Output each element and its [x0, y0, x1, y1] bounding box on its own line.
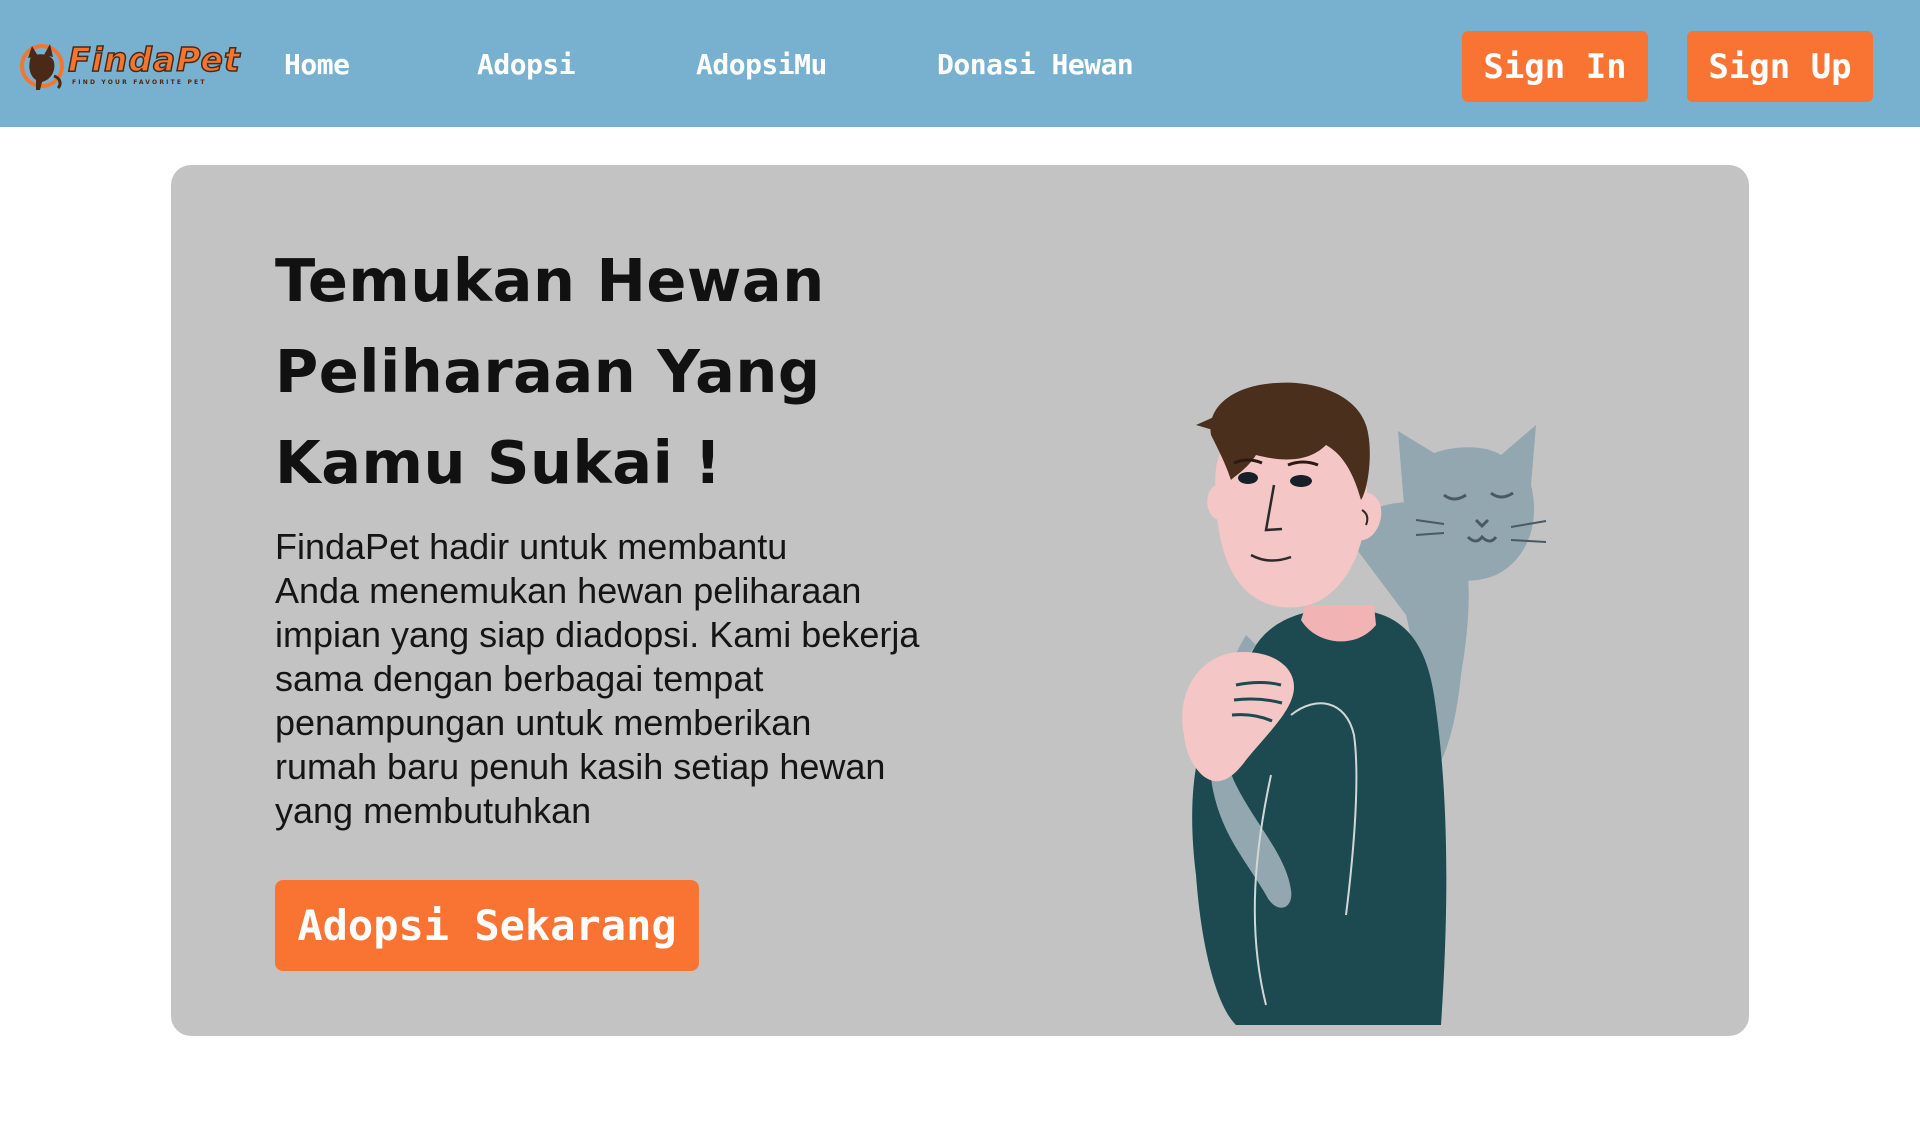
navbar: FindaPet FIND YOUR FAVORITE PET Home Ado…	[0, 0, 1920, 127]
hero-title: Temukan Hewan Peliharaan Yang Kamu Sukai…	[275, 235, 895, 508]
man-holding-cat-illustration	[1182, 382, 1547, 1025]
brand-name: FindaPet	[67, 40, 241, 79]
nav-link-adopsi[interactable]: Adopsi	[477, 48, 576, 82]
hero-description: FindaPet hadir untuk membantu Anda menem…	[275, 526, 920, 831]
nav-link-donasi-hewan[interactable]: Donasi Hewan	[937, 48, 1134, 82]
nav-link-adopsimu[interactable]: AdopsiMu	[696, 48, 827, 82]
hero-title-line: Temukan Hewan	[275, 246, 825, 315]
sign-in-button[interactable]: Sign In	[1462, 31, 1648, 102]
cat-logo-icon	[20, 44, 64, 90]
adopsi-sekarang-button[interactable]: Adopsi Sekarang	[275, 880, 699, 971]
brand-tagline: FIND YOUR FAVORITE PET	[72, 79, 207, 86]
brand-logo[interactable]: FindaPet FIND YOUR FAVORITE PET	[18, 36, 241, 92]
sign-up-button[interactable]: Sign Up	[1687, 31, 1873, 102]
hero-section: Temukan Hewan Peliharaan Yang Kamu Sukai…	[171, 165, 1749, 1036]
nav-link-home[interactable]: Home	[284, 48, 350, 82]
hero-title-line: Kamu Sukai !	[275, 428, 722, 497]
hero-title-line: Peliharaan Yang	[275, 337, 821, 406]
